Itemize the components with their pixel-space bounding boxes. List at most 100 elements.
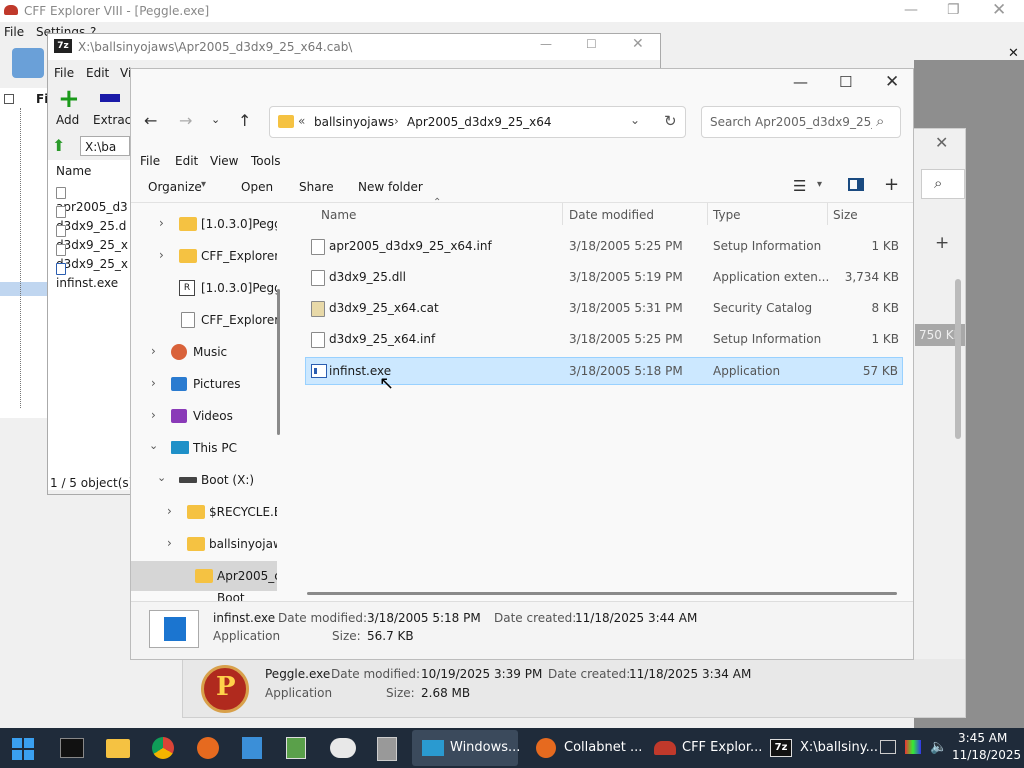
column-divider[interactable] — [562, 203, 563, 225]
table-row[interactable]: d3dx9_25.dll 3/18/2005 5:19 PM Applicati… — [305, 264, 903, 292]
file-explorer-icon[interactable] — [106, 739, 130, 758]
recent-locations-icon[interactable]: ⌄ — [211, 113, 220, 126]
minimize-icon[interactable]: — — [540, 37, 552, 51]
column-header-size[interactable]: Size — [833, 208, 858, 222]
chevron-right-icon[interactable]: › — [167, 504, 172, 518]
maximize-icon[interactable]: ☐ — [839, 73, 852, 91]
sz-add-button[interactable]: Add — [56, 113, 79, 127]
share-button[interactable]: Share — [299, 180, 334, 194]
chevron-right-icon[interactable]: › — [159, 248, 164, 262]
sz-col-name[interactable]: Name — [56, 164, 91, 178]
close-icon[interactable]: ✕ — [992, 0, 1006, 20]
up-folder-icon[interactable]: ⬆ — [52, 136, 65, 155]
cff-close-tab-icon[interactable]: ✕ — [1008, 46, 1019, 61]
list-item[interactable]: d3dx9_25_x — [56, 224, 130, 252]
paint-icon[interactable] — [330, 738, 356, 758]
column-header-type[interactable]: Type — [713, 208, 741, 222]
address-bar[interactable]: « ballsinyojaws › Apr2005_d3dx9_25_x64 ⌄… — [269, 106, 686, 138]
tree-selected-row[interactable] — [0, 282, 50, 296]
calculator-icon[interactable] — [377, 737, 397, 761]
table-row-selected[interactable]: infinst.exe 3/18/2005 5:18 PM Applicatio… — [305, 357, 903, 385]
chevron-down-icon[interactable]: ▾ — [201, 179, 206, 190]
breadcrumb-overflow[interactable]: « — [298, 114, 305, 128]
column-divider[interactable] — [827, 203, 828, 225]
dialog-scrollbar[interactable] — [955, 279, 961, 439]
cff-menu-file[interactable]: File — [4, 25, 24, 39]
list-item[interactable]: d3dx9_25.d — [56, 205, 130, 233]
search-input[interactable]: Search Apr2005_d3dx9_25_x... — [710, 115, 872, 129]
nav-item-boot-drive[interactable]: ⌄ Boot (X:) — [131, 465, 277, 495]
nav-item-pegg-1[interactable]: › [1.0.3.0]Pegg — [131, 209, 277, 239]
breadcrumb-current-folder[interactable]: Apr2005_d3dx9_25_x64 — [407, 115, 552, 129]
column-header-name[interactable]: Name — [321, 208, 356, 222]
nav-item-pegg-2[interactable]: R [1.0.3.0]Pegg — [131, 273, 277, 303]
spreadsheet-icon[interactable] — [286, 737, 306, 759]
up-arrow-icon[interactable]: ↑ — [238, 111, 251, 130]
chevron-down-icon[interactable]: ⌄ — [149, 439, 158, 452]
column-divider[interactable] — [707, 203, 708, 225]
maximize-icon[interactable]: ❐ — [947, 2, 960, 18]
tree-expand-icon[interactable] — [4, 94, 14, 104]
taskbar-item-cff[interactable]: CFF Explor... — [644, 730, 762, 766]
nav-item-pictures[interactable]: › Pictures — [131, 369, 277, 399]
list-item[interactable]: d3dx9_25_x — [56, 243, 130, 271]
nav-scrollbar[interactable] — [277, 289, 280, 435]
chevron-right-icon[interactable]: › — [159, 216, 164, 230]
column-header-date[interactable]: Date modified — [569, 208, 654, 222]
menu-tools[interactable]: Tools — [251, 154, 281, 168]
chevron-right-icon[interactable]: › — [151, 376, 156, 390]
add-icon[interactable]: + — [935, 233, 949, 253]
dialog-close-icon[interactable]: ✕ — [935, 133, 948, 152]
nav-item-videos[interactable]: › Videos — [131, 401, 277, 431]
new-folder-button[interactable]: New folder — [358, 180, 423, 194]
taskbar-item-7zip[interactable]: 7z X:\ballsiny... — [762, 730, 878, 766]
table-row[interactable]: apr2005_d3dx9_25_x64.inf 3/18/2005 5:25 … — [305, 233, 903, 261]
cff-title-bar[interactable]: CFF Explorer VIII - [Peggle.exe] — ❐ ✕ — [0, 0, 1024, 22]
chevron-right-icon[interactable]: › — [151, 408, 156, 422]
taskbar-item-collabnet[interactable]: Collabnet ... — [526, 730, 642, 766]
menu-file[interactable]: File — [140, 154, 160, 168]
view-options-icon[interactable]: ☰ — [793, 177, 806, 195]
firefox-icon[interactable] — [197, 737, 219, 759]
chevron-down-icon[interactable]: ⌄ — [157, 471, 166, 484]
nav-item-boot-folder[interactable]: Boot — [131, 593, 277, 601]
volume-icon[interactable]: 🔈 — [930, 739, 947, 755]
minimize-icon[interactable]: — — [904, 2, 918, 18]
nav-item-music[interactable]: › Music — [131, 337, 277, 367]
menu-edit[interactable]: Edit — [175, 154, 198, 168]
maximize-icon[interactable]: ☐ — [586, 37, 597, 51]
nav-item-ballsinyojaws[interactable]: › ballsinyojaw — [131, 529, 277, 559]
taskbar-item-windows[interactable]: Windows... — [412, 730, 520, 766]
network-icon[interactable] — [880, 740, 896, 754]
table-row[interactable]: d3dx9_25_x64.cat 3/18/2005 5:31 PM Secur… — [305, 295, 903, 323]
close-icon[interactable]: ✕ — [632, 36, 644, 52]
organize-button[interactable]: Organize — [148, 180, 202, 194]
add-icon[interactable]: + — [884, 174, 899, 195]
chevron-down-icon[interactable]: ▾ — [817, 179, 822, 190]
nav-item-cff-2[interactable]: CFF_Explorer — [131, 305, 277, 335]
sevenzip-title-bar[interactable]: 7z X:\ballsinyojaws\Apr2005_d3dx9_25_x64… — [48, 34, 660, 60]
start-button[interactable] — [12, 738, 34, 760]
chrome-icon[interactable] — [152, 737, 174, 759]
add-icon[interactable]: + — [58, 86, 80, 112]
open-file-icon[interactable] — [12, 48, 44, 78]
refresh-icon[interactable]: ↻ — [664, 112, 677, 130]
nav-item-cff-1[interactable]: › CFF_Explorer — [131, 241, 277, 271]
chevron-right-icon[interactable]: › — [167, 536, 172, 550]
document-icon[interactable] — [242, 737, 262, 759]
nav-item-recycle[interactable]: › $RECYCLE.E — [131, 497, 277, 527]
menu-view[interactable]: View — [210, 154, 238, 168]
chevron-right-icon[interactable]: › — [151, 344, 156, 358]
nav-item-apr2005-selected[interactable]: Apr2005_c — [131, 561, 277, 591]
breadcrumb-ballsinyojaws[interactable]: ballsinyojaws — [314, 115, 394, 129]
dialog-search-box[interactable]: ⌕ — [921, 169, 965, 199]
sz-menu-file[interactable]: File — [54, 66, 74, 80]
open-button[interactable]: Open — [241, 180, 273, 194]
display-icon[interactable] — [905, 740, 921, 754]
horizontal-scrollbar[interactable] — [307, 592, 897, 595]
search-box[interactable]: Search Apr2005_d3dx9_25_x... ⌕ — [701, 106, 901, 138]
clock-time[interactable]: 3:45 AM — [958, 731, 1007, 745]
preview-pane-icon[interactable] — [848, 178, 864, 191]
back-arrow-icon[interactable]: ← — [144, 111, 157, 130]
terminal-icon[interactable] — [60, 738, 84, 758]
